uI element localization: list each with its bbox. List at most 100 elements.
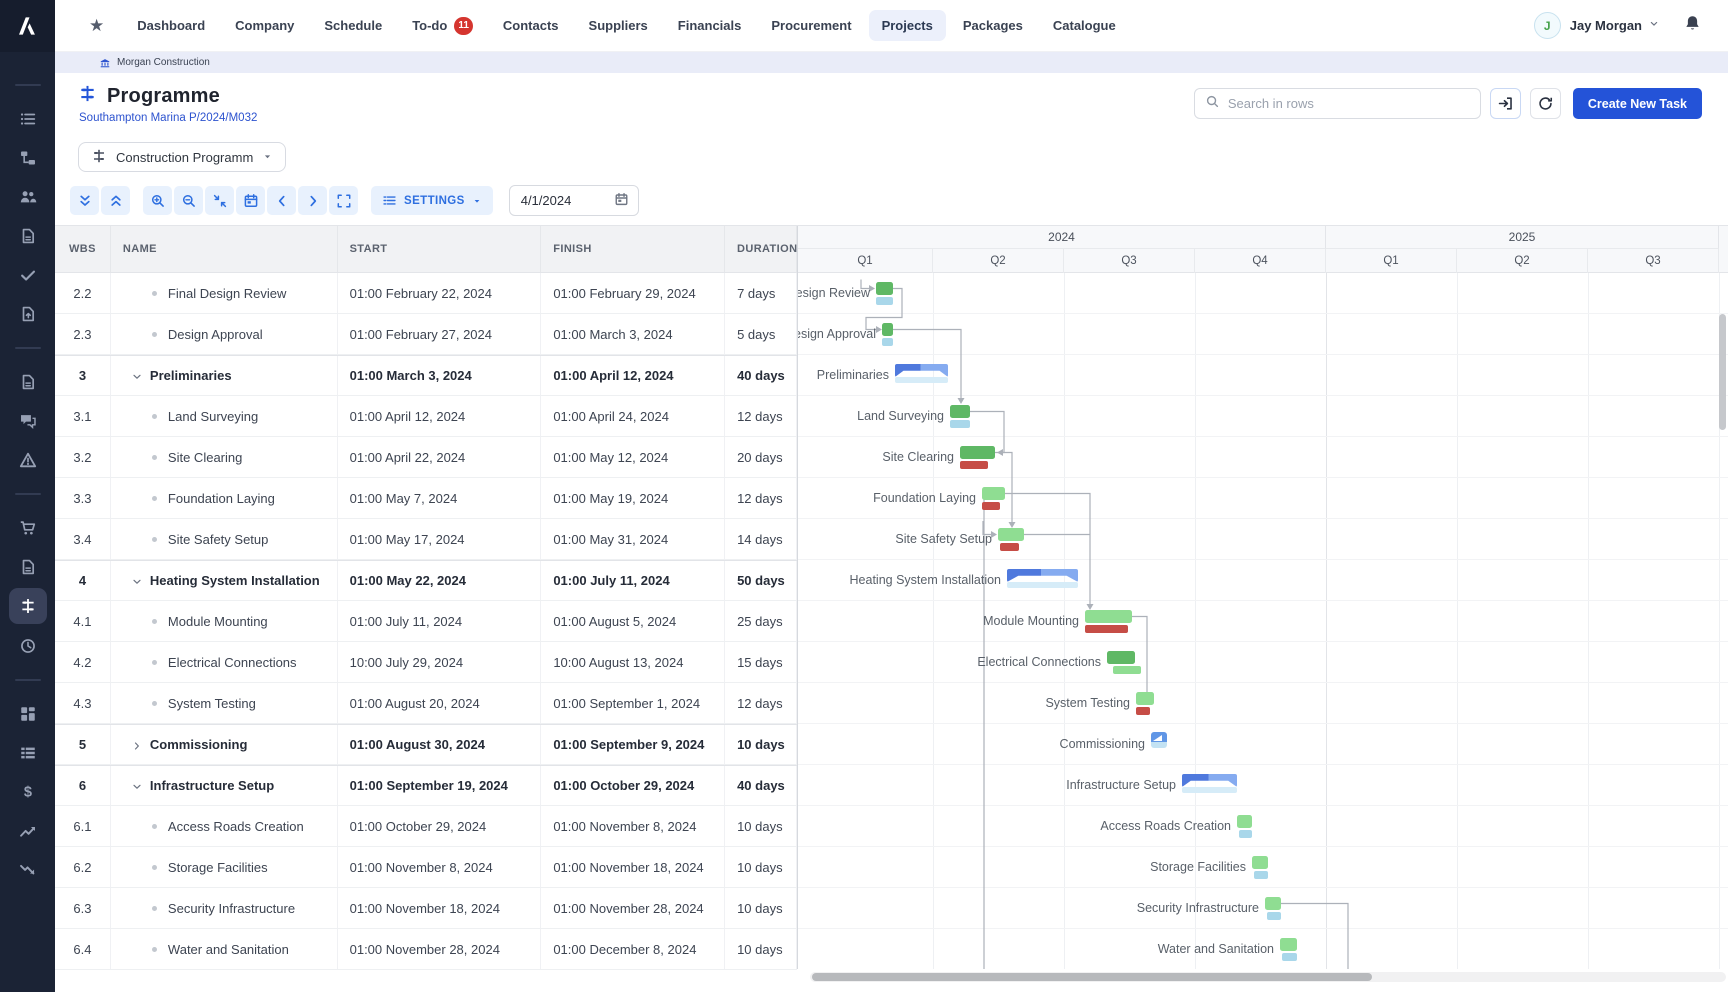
summary-baseline-bar[interactable] xyxy=(1182,787,1237,793)
table-row[interactable]: 6.3Security Infrastructure01:00 November… xyxy=(55,888,797,929)
column-header-name[interactable]: NAME xyxy=(111,226,338,272)
sidebar-item-trend-up-icon[interactable] xyxy=(9,811,47,850)
chevron-down-icon[interactable] xyxy=(1648,17,1660,35)
task-bar[interactable] xyxy=(1252,856,1268,869)
sidebar-item-dollar-icon[interactable]: $ xyxy=(9,772,47,811)
table-row[interactable]: 3.2Site Clearing01:00 April 22, 202401:0… xyxy=(55,437,797,478)
baseline-bar[interactable] xyxy=(1136,707,1150,715)
collapsed-summary-bar[interactable] xyxy=(1151,732,1167,748)
sidebar-item-document-icon[interactable] xyxy=(9,362,47,401)
table-row[interactable]: 2.2Final Design Review01:00 February 22,… xyxy=(55,273,797,314)
collapse-all-button[interactable] xyxy=(70,186,99,215)
zoom-in-button[interactable] xyxy=(143,186,172,215)
sidebar-item-cart-icon[interactable] xyxy=(9,508,47,547)
baseline-bar[interactable] xyxy=(1085,625,1128,633)
favorite-star-icon[interactable]: ★ xyxy=(89,16,104,36)
nav-item-financials[interactable]: Financials xyxy=(665,10,755,41)
refresh-button[interactable] xyxy=(1530,88,1561,119)
table-row[interactable]: 4.2Electrical Connections10:00 July 29, … xyxy=(55,642,797,683)
sidebar-item-warning-icon[interactable] xyxy=(9,440,47,479)
task-bar[interactable] xyxy=(1085,610,1132,623)
bell-icon[interactable] xyxy=(1683,14,1702,38)
sidebar-item-users-icon[interactable] xyxy=(9,177,47,216)
sidebar-item-gantt-icon[interactable] xyxy=(9,588,47,624)
sidebar-item-trend-down-icon[interactable] xyxy=(9,850,47,889)
table-row[interactable]: 2.3Design Approval01:00 February 27, 202… xyxy=(55,314,797,355)
table-row[interactable]: 5Commissioning01:00 August 30, 202401:00… xyxy=(55,724,797,765)
baseline-bar[interactable] xyxy=(1267,912,1281,920)
baseline-bar[interactable] xyxy=(1239,830,1252,838)
calendar-button[interactable] xyxy=(236,186,265,215)
horizontal-scrollbar-thumb[interactable] xyxy=(812,973,1372,981)
baseline-bar[interactable] xyxy=(882,338,893,346)
sidebar-item-hierarchy-icon[interactable] xyxy=(9,138,47,177)
sidebar-item-document-icon[interactable] xyxy=(9,547,47,586)
table-row[interactable]: 3Preliminaries01:00 March 3, 202401:00 A… xyxy=(55,355,797,396)
task-bar[interactable] xyxy=(1136,692,1154,705)
user-avatar[interactable]: J xyxy=(1534,12,1561,39)
baseline-bar[interactable] xyxy=(1000,543,1019,551)
table-row[interactable]: 3.1Land Surveying01:00 April 12, 202401:… xyxy=(55,396,797,437)
view-selector-dropdown[interactable]: Construction Programm xyxy=(78,142,286,172)
table-row[interactable]: 6.4Water and Sanitation01:00 November 28… xyxy=(55,929,797,970)
collapse-chevron-icon[interactable] xyxy=(131,576,143,588)
baseline-bar[interactable] xyxy=(982,502,1000,510)
nav-item-procurement[interactable]: Procurement xyxy=(758,10,864,41)
table-row[interactable]: 3.4Site Safety Setup01:00 May 17, 202401… xyxy=(55,519,797,560)
task-bar[interactable] xyxy=(876,282,893,295)
vertical-scrollbar[interactable] xyxy=(1719,314,1726,430)
table-row[interactable]: 4.1Module Mounting01:00 July 11, 202401:… xyxy=(55,601,797,642)
table-row[interactable]: 3.3Foundation Laying01:00 May 7, 202401:… xyxy=(55,478,797,519)
task-bar[interactable] xyxy=(950,405,970,418)
export-button[interactable] xyxy=(1490,88,1521,119)
table-row[interactable]: 4Heating System Installation01:00 May 22… xyxy=(55,560,797,601)
table-row[interactable]: 6.1Access Roads Creation01:00 October 29… xyxy=(55,806,797,847)
table-row[interactable]: 6.2Storage Facilities01:00 November 8, 2… xyxy=(55,847,797,888)
task-bar[interactable] xyxy=(1107,651,1135,664)
settings-dropdown-button[interactable]: SETTINGS xyxy=(371,186,493,215)
task-bar[interactable] xyxy=(882,323,893,336)
baseline-bar[interactable] xyxy=(950,420,970,428)
summary-bar[interactable] xyxy=(1182,774,1237,787)
task-bar[interactable] xyxy=(1265,897,1281,910)
summary-bar[interactable] xyxy=(895,364,948,377)
nav-item-dashboard[interactable]: Dashboard xyxy=(124,10,218,41)
sidebar-item-document-icon[interactable] xyxy=(9,216,47,255)
collapse-chevron-icon[interactable] xyxy=(131,371,143,383)
zoom-out-button[interactable] xyxy=(174,186,203,215)
create-new-task-button[interactable]: Create New Task xyxy=(1573,88,1702,119)
date-input[interactable]: 4/1/2024 xyxy=(509,185,639,216)
task-bar[interactable] xyxy=(982,487,1005,500)
summary-bar[interactable] xyxy=(1007,569,1078,582)
sidebar-item-chat-icon[interactable] xyxy=(9,401,47,440)
collapse-chevron-icon[interactable] xyxy=(131,781,143,793)
nav-item-to-do[interactable]: To-do11 xyxy=(399,9,486,43)
baseline-bar[interactable] xyxy=(960,461,988,469)
user-name[interactable]: Jay Morgan xyxy=(1570,18,1642,33)
nav-item-schedule[interactable]: Schedule xyxy=(311,10,395,41)
baseline-bar[interactable] xyxy=(876,297,893,305)
sidebar-item-clock-icon[interactable] xyxy=(9,626,47,665)
search-input[interactable] xyxy=(1228,96,1470,111)
nav-item-contacts[interactable]: Contacts xyxy=(490,10,572,41)
summary-baseline-bar[interactable] xyxy=(895,377,948,383)
baseline-bar[interactable] xyxy=(1282,953,1297,961)
task-bar[interactable] xyxy=(960,446,995,459)
nav-item-catalogue[interactable]: Catalogue xyxy=(1040,10,1129,41)
table-row[interactable]: 6Infrastructure Setup01:00 September 19,… xyxy=(55,765,797,806)
column-header-duration[interactable]: DURATION xyxy=(725,226,797,272)
expand-all-button[interactable] xyxy=(101,186,130,215)
nav-item-packages[interactable]: Packages xyxy=(950,10,1036,41)
fullscreen-button[interactable] xyxy=(329,186,358,215)
table-row[interactable]: 4.3System Testing01:00 August 20, 202401… xyxy=(55,683,797,724)
nav-item-company[interactable]: Company xyxy=(222,10,307,41)
prev-button[interactable] xyxy=(267,186,296,215)
next-button[interactable] xyxy=(298,186,327,215)
column-header-start[interactable]: START xyxy=(338,226,542,272)
sidebar-item-file-upload-icon[interactable] xyxy=(9,294,47,333)
column-header-finish[interactable]: FINISH xyxy=(541,226,725,272)
task-bar[interactable] xyxy=(998,528,1024,541)
baseline-bar[interactable] xyxy=(1113,666,1141,674)
sidebar-item-data-table-icon[interactable] xyxy=(9,733,47,772)
summary-baseline-bar[interactable] xyxy=(1007,582,1078,588)
